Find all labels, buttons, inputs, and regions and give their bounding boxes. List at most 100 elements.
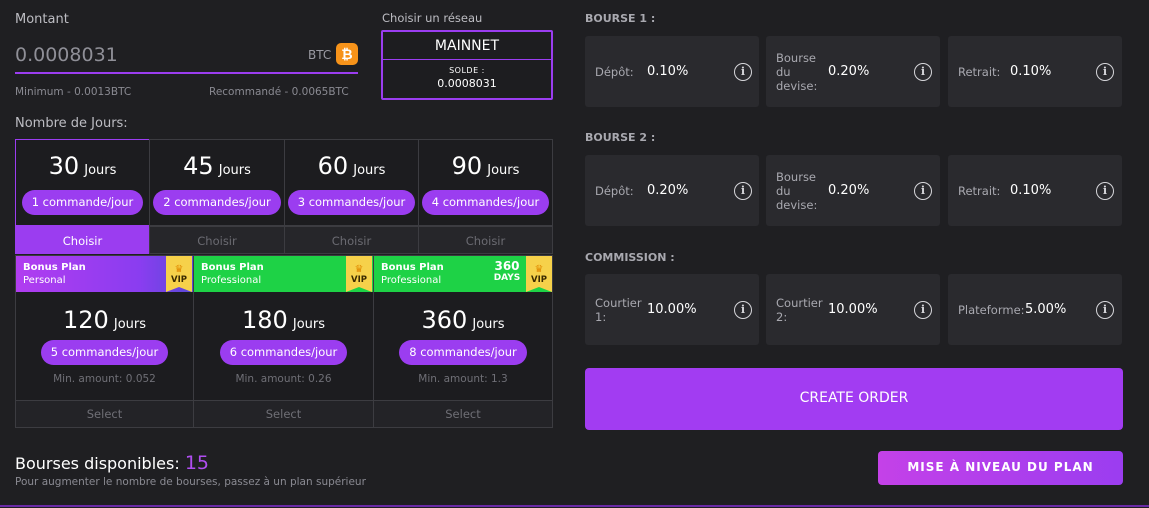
fee-value: 10.00% xyxy=(828,302,878,317)
day-unit: Jours xyxy=(113,317,147,332)
fee-label: Bourse du devise: xyxy=(776,51,818,93)
orders-per-day-pill: 6 commandes/jour xyxy=(219,340,348,365)
orders-per-day-pill: 4 commandes/jour xyxy=(421,190,550,215)
crown-icon: ♛ xyxy=(174,264,184,275)
info-icon[interactable]: i xyxy=(734,63,752,81)
fee-label: Dépôt: xyxy=(595,65,634,79)
bonus-banner: Bonus Plan Personal ♛ VIP xyxy=(16,256,193,292)
bourse1-withdraw-card: Retrait: 0.10% i xyxy=(948,36,1122,107)
day-number: 360 xyxy=(421,306,468,334)
bottom-divider xyxy=(0,505,1149,507)
info-icon[interactable]: i xyxy=(734,301,752,319)
day-unit: Jours xyxy=(218,163,251,178)
day-option-90[interactable]: 90 Jours 4 commandes/jour xyxy=(418,139,553,226)
commission-broker1-card: Courtier 1: 10.00% i xyxy=(585,274,759,345)
balance-value: 0.0008031 xyxy=(437,77,497,90)
network-name: MAINNET xyxy=(383,32,551,60)
fee-value: 0.10% xyxy=(1010,183,1052,198)
fee-label: Bourse du devise: xyxy=(776,170,818,212)
day-number: 45 xyxy=(183,152,214,180)
bonus-banner: Bonus Plan Professional ♛ VIP xyxy=(194,256,373,292)
crown-icon: ♛ xyxy=(354,264,364,275)
fee-value: 0.10% xyxy=(1010,64,1052,79)
info-icon[interactable]: i xyxy=(1096,182,1114,200)
choose-button-90[interactable]: Choisir xyxy=(418,226,553,254)
select-button[interactable]: Select xyxy=(374,400,552,427)
bonus-plan-360[interactable]: Bonus Plan Professional 360 DAYS ♛ VIP 360… xyxy=(373,255,553,428)
orders-per-day-pill: 8 commandes/jour xyxy=(399,340,527,365)
fee-label: Plateforme: xyxy=(958,303,1025,317)
day-unit: Jours xyxy=(353,163,386,178)
days-badge: 360 DAYS xyxy=(493,259,521,283)
day-number: 60 xyxy=(317,152,349,180)
info-icon[interactable]: i xyxy=(914,63,932,81)
fee-label: Retrait: xyxy=(958,184,1001,198)
bitcoin-icon: ₿ xyxy=(336,43,358,65)
fee-value: 5.00% xyxy=(1025,302,1067,317)
exchanges-hint: Pour augmenter le nombre de bourses, pas… xyxy=(15,476,366,488)
choose-button-45[interactable]: Choisir xyxy=(149,226,285,254)
fee-value: 0.20% xyxy=(647,183,689,198)
info-icon[interactable]: i xyxy=(1096,63,1114,81)
exchanges-count: 15 xyxy=(184,452,210,474)
orders-per-day-pill: 3 commandes/jour xyxy=(287,190,416,215)
day-number: 120 xyxy=(62,306,109,334)
amount-unit: BTC xyxy=(308,48,332,62)
info-icon[interactable]: i xyxy=(914,301,932,319)
exchanges-available: Bourses disponibles: 15 xyxy=(15,452,209,474)
day-unit: Jours xyxy=(472,317,505,332)
day-unit: Jours xyxy=(292,317,326,332)
bourse2-exchange-card: Bourse du devise: 0.20% i xyxy=(766,155,940,226)
commission-broker2-card: Courtier 2: 10.00% i xyxy=(766,274,940,345)
crown-icon: ♛ xyxy=(534,264,544,275)
vip-badge: ♛ VIP xyxy=(346,256,372,292)
select-button[interactable]: Select xyxy=(194,400,373,427)
select-button[interactable]: Select xyxy=(16,400,193,427)
choose-button-30[interactable]: Choisir xyxy=(15,226,150,254)
min-amount: Min. amount: 0.26 xyxy=(235,373,332,385)
day-number: 180 xyxy=(241,306,288,334)
amount-input[interactable]: 0.0008031 xyxy=(15,44,118,66)
minimum-amount: Minimum - 0.0013BTC xyxy=(15,86,132,98)
bonus-plan-180[interactable]: Bonus Plan Professional ♛ VIP 180 Jours 6… xyxy=(193,255,374,428)
bourse1-title: BOURSE 1 : xyxy=(585,12,656,25)
vip-badge: ♛ VIP xyxy=(166,256,192,292)
day-number: 90 xyxy=(451,152,483,180)
bourse2-withdraw-card: Retrait: 0.10% i xyxy=(948,155,1122,226)
info-icon[interactable]: i xyxy=(734,182,752,200)
upgrade-plan-button[interactable]: MISE À NIVEAU DU PLAN xyxy=(878,451,1123,485)
fee-label: Courtier 1: xyxy=(595,296,642,324)
create-order-button[interactable]: CREATE ORDER xyxy=(585,368,1123,430)
balance-label: SOLDE : xyxy=(449,66,485,75)
fee-label: Courtier 2: xyxy=(776,296,823,324)
orders-per-day-pill: 5 commandes/jour xyxy=(40,340,169,365)
fee-value: 10.00% xyxy=(647,302,697,317)
day-option-45[interactable]: 45 Jours 2 commandes/jour xyxy=(149,139,285,226)
recommended-amount: Recommandé - 0.0065BTC xyxy=(209,86,349,98)
day-option-60[interactable]: 60 Jours 3 commandes/jour xyxy=(284,139,419,226)
info-icon[interactable]: i xyxy=(1096,301,1114,319)
bonus-plan-120[interactable]: Bonus Plan Personal ♛ VIP 120 Jours 5 com… xyxy=(15,255,194,428)
fee-value: 0.20% xyxy=(828,64,870,79)
network-selector[interactable]: MAINNET SOLDE : 0.0008031 xyxy=(381,30,553,100)
orders-per-day-pill: 2 commandes/jour xyxy=(153,190,281,215)
bourse2-title: BOURSE 2 : xyxy=(585,131,656,144)
fee-value: 0.10% xyxy=(647,64,689,79)
bonus-banner: Bonus Plan Professional 360 DAYS ♛ VIP xyxy=(374,256,552,292)
bourse2-deposit-card: Dépôt: 0.20% i xyxy=(585,155,759,226)
info-icon[interactable]: i xyxy=(914,182,932,200)
day-number: 30 xyxy=(48,152,80,180)
vip-badge: ♛ VIP xyxy=(526,256,552,292)
fee-label: Retrait: xyxy=(958,65,1001,79)
amount-underline xyxy=(15,72,358,74)
fee-label: Dépôt: xyxy=(595,184,634,198)
day-option-30[interactable]: 30 Jours 1 commande/jour xyxy=(15,139,150,226)
exchanges-label: Bourses disponibles: xyxy=(15,454,180,473)
min-amount: Min. amount: 0.052 xyxy=(53,373,156,385)
choose-button-60[interactable]: Choisir xyxy=(284,226,419,254)
min-amount: Min. amount: 1.3 xyxy=(418,373,508,385)
commission-platform-card: Plateforme: 5.00% i xyxy=(948,274,1122,345)
day-unit: Jours xyxy=(487,163,520,178)
fee-value: 0.20% xyxy=(828,183,870,198)
network-label: Choisir un réseau xyxy=(382,11,483,25)
